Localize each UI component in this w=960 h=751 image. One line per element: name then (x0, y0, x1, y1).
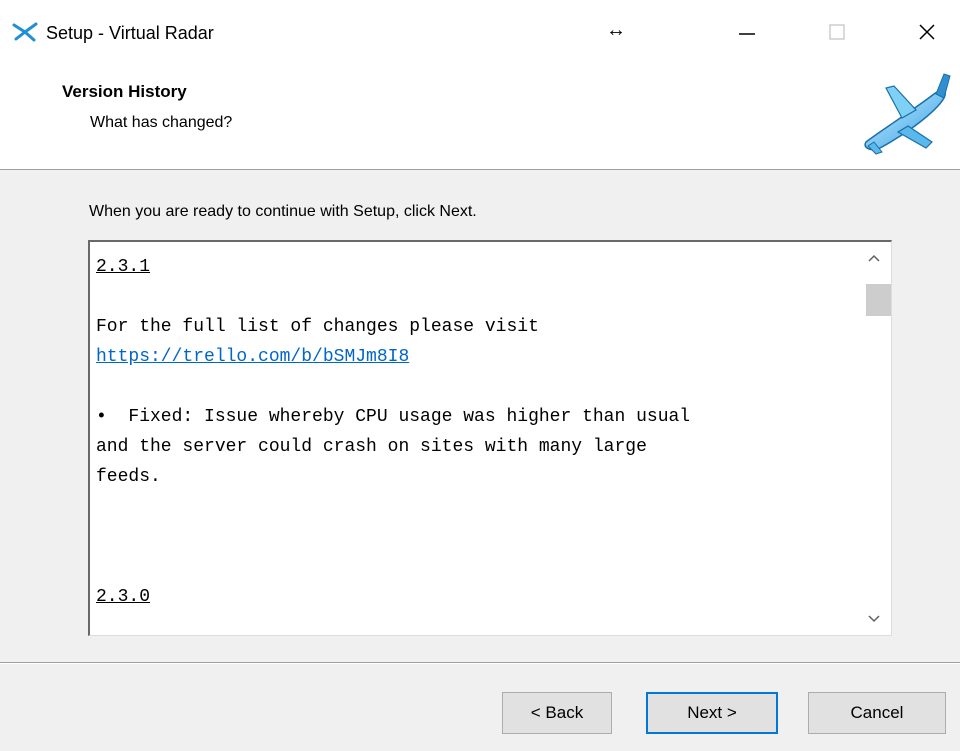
scroll-thumb[interactable] (866, 284, 891, 316)
close-button[interactable] (892, 0, 960, 64)
close-icon (919, 24, 935, 40)
memo-line: • Fixed: Issue whereby CPU usage was hig… (96, 407, 691, 427)
cancel-button[interactable]: Cancel (808, 692, 946, 734)
page-subtitle: What has changed? (90, 114, 233, 131)
wizard-header: Version History What has changed? (0, 64, 960, 170)
airplane-icon (856, 68, 952, 164)
scroll-down-button[interactable] (857, 603, 891, 635)
version-history-memo[interactable]: 2.3.1 For the full list of changes pleas… (88, 240, 892, 636)
version-heading: 2.3.1 (96, 257, 151, 277)
memo-content: 2.3.1 For the full list of changes pleas… (96, 252, 854, 612)
minimize-button[interactable] (712, 0, 782, 64)
maximize-button[interactable] (802, 0, 872, 64)
chevron-up-icon (868, 254, 880, 262)
resize-horizontal-icon: ↔ (606, 19, 626, 41)
back-button[interactable]: < Back (502, 692, 612, 734)
next-button[interactable]: Next > (646, 692, 778, 734)
minimize-icon (739, 33, 755, 35)
version-heading: 2.3.0 (96, 587, 151, 607)
window-title: Setup - Virtual Radar (46, 23, 214, 43)
chevron-down-icon (868, 615, 880, 623)
changes-link[interactable]: https://trello.com/b/bSMJm8I8 (96, 347, 409, 367)
app-icon (12, 22, 38, 42)
memo-line: For the full list of changes please visi… (96, 317, 539, 337)
maximize-icon (829, 24, 845, 40)
title-bar: Setup - Virtual Radar ↔ (0, 0, 960, 64)
footer-divider (0, 662, 960, 664)
page-title: Version History (62, 82, 187, 101)
memo-line: and the server could crash on sites with… (96, 437, 647, 457)
memo-scrollbar[interactable] (857, 242, 891, 635)
scroll-up-button[interactable] (857, 242, 891, 274)
instruction-text: When you are ready to continue with Setu… (89, 203, 477, 220)
memo-line: feeds. (96, 467, 161, 487)
